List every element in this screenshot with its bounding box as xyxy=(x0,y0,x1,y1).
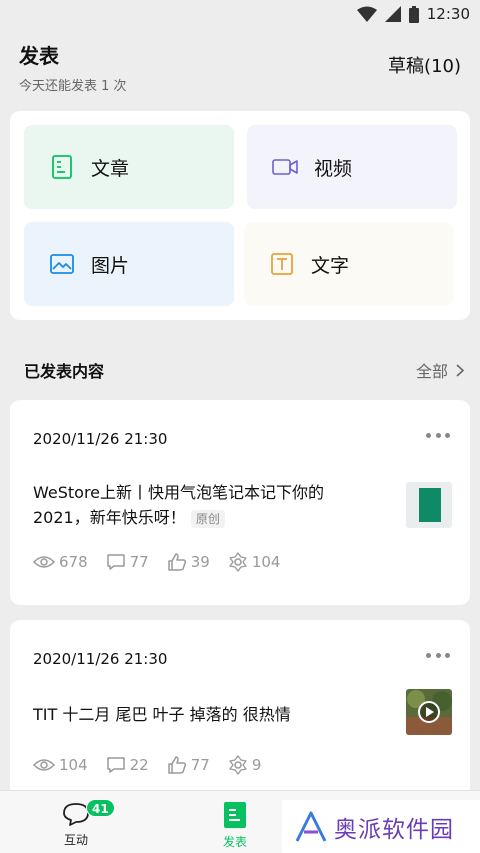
create-text-label: 文字 xyxy=(311,254,350,277)
tab-publish[interactable]: 发表 xyxy=(223,801,247,850)
comments-stat: 22 xyxy=(106,756,149,774)
post-date: 2020/11/26 21:30 xyxy=(33,650,168,668)
tab-interact[interactable]: 41 互动 xyxy=(62,799,115,848)
eye-icon xyxy=(33,759,55,771)
post-title-line1: WeStore上新丨快用气泡笔记本记下你的 xyxy=(33,483,325,502)
video-camera-icon xyxy=(272,154,298,180)
drafts-button[interactable]: 草稿(10) xyxy=(388,52,461,78)
publish-document-icon xyxy=(224,802,246,828)
page-header: 发表 今天还能发表 1 次 草稿(10) xyxy=(19,40,461,94)
view-all-button[interactable]: 全部 xyxy=(416,358,464,382)
published-section-header: 已发表内容 全部 xyxy=(24,358,464,382)
image-icon xyxy=(49,251,75,277)
watermark-a-logo-icon xyxy=(295,811,327,842)
wifi-icon xyxy=(356,6,377,22)
views-stat: 678 xyxy=(33,553,88,571)
thumbs-up-icon xyxy=(167,553,186,571)
published-post-card[interactable]: 2020/11/26 21:30 WeStore上新丨快用气泡笔记本记下你的 2… xyxy=(10,400,470,605)
view-all-label: 全部 xyxy=(415,362,448,381)
create-video-button[interactable]: 视频 xyxy=(247,125,457,209)
post-title: TIT 十二月 尾巴 叶子 掉落的 很热情 xyxy=(33,702,363,727)
create-article-label: 文章 xyxy=(91,157,130,180)
interact-badge: 41 xyxy=(86,799,115,817)
comments-stat: 77 xyxy=(106,553,149,571)
post-thumbnail xyxy=(406,482,452,528)
share-icon xyxy=(229,552,247,572)
watermark-text: 奥派软件园 xyxy=(334,816,454,843)
create-image-button[interactable]: 图片 xyxy=(24,222,234,306)
create-image-label: 图片 xyxy=(91,254,130,277)
original-tag: 原创 xyxy=(190,509,225,528)
text-icon xyxy=(269,251,295,277)
status-time: 12:30 xyxy=(426,5,470,23)
published-label: 已发表内容 xyxy=(24,362,105,381)
post-stats: 678 77 39 104 xyxy=(33,552,280,572)
likes-stat: 77 xyxy=(167,756,210,774)
post-stats: 104 22 77 9 xyxy=(33,755,261,775)
create-text-button[interactable]: 文字 xyxy=(244,222,453,306)
battery-icon xyxy=(408,5,419,23)
create-panel: 文章 视频 图片 文字 xyxy=(10,111,470,320)
chevron-right-icon xyxy=(456,363,464,377)
post-date: 2020/11/26 21:30 xyxy=(33,430,168,448)
thumbs-up-icon xyxy=(167,756,186,774)
more-options-icon[interactable] xyxy=(426,650,450,660)
post-title: WeStore上新丨快用气泡笔记本记下你的 2021，新年快乐呀！ 原创 xyxy=(33,480,363,530)
tab-publish-label: 发表 xyxy=(223,835,248,849)
more-options-icon[interactable] xyxy=(426,430,450,440)
comment-icon xyxy=(106,757,125,773)
post-title-line2: 2021，新年快乐呀！ xyxy=(33,508,186,527)
likes-stat: 39 xyxy=(167,553,210,571)
post-video-thumbnail xyxy=(406,689,452,735)
create-article-button[interactable]: 文章 xyxy=(24,125,234,209)
signal-icon xyxy=(384,6,401,22)
article-icon xyxy=(49,154,75,180)
shares-stat: 9 xyxy=(228,755,261,775)
comment-icon xyxy=(106,554,125,570)
create-video-label: 视频 xyxy=(314,157,353,180)
share-icon xyxy=(229,755,247,775)
shares-stat: 104 xyxy=(228,552,280,572)
tab-interact-label: 互动 xyxy=(63,833,88,847)
views-stat: 104 xyxy=(33,756,88,774)
post-title-line1: TIT 十二月 尾巴 叶子 掉落的 很热情 xyxy=(33,705,291,724)
watermark-logo: 奥派软件园 xyxy=(282,800,480,853)
status-bar: 12:30 xyxy=(0,0,480,28)
eye-icon xyxy=(33,556,55,568)
